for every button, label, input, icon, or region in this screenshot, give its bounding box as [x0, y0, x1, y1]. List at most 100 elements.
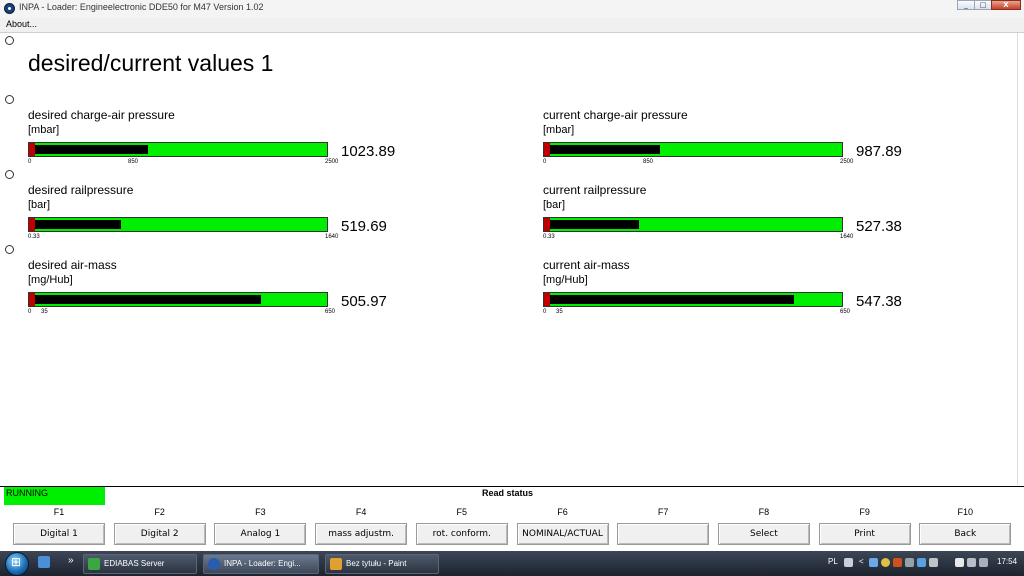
task-label: Bez tytułu - Paint: [346, 559, 407, 568]
gauge-tick-label: 1640: [840, 234, 854, 240]
volume-icon[interactable]: [979, 558, 988, 567]
device-icon[interactable]: [905, 558, 914, 567]
fkey-button-f2[interactable]: Digital 2: [113, 523, 206, 545]
gauge-label: current air-mass: [543, 258, 630, 272]
fkey-label-f9: F9: [859, 507, 870, 517]
task-label: INPA - Loader: Engi...: [224, 559, 301, 568]
gauge-tick-label: 0.33: [543, 234, 555, 240]
fkey-label-f1: F1: [53, 507, 65, 517]
fkey-button-f3[interactable]: Analog 1: [214, 523, 307, 545]
battery-icon[interactable]: [955, 558, 964, 567]
gauge-label: desired charge-air pressure: [28, 108, 175, 122]
gauge-tick-label: 650: [325, 309, 336, 315]
maximize-button[interactable]: □: [974, 0, 992, 10]
gauge-unit: [mbar]: [543, 124, 575, 136]
bmw-logo-icon: [4, 3, 15, 14]
clock[interactable]: 17:54: [997, 557, 1017, 566]
fkey-label-f8: F8: [758, 507, 770, 517]
gauge-bar: [28, 292, 328, 307]
gauge-value: 527.38: [856, 218, 902, 235]
window-title: INPA - Loader: Engineelectronic DDE50 fo…: [19, 2, 264, 12]
taskbar: » EDIABAS Server INPA - Loader: Engi... …: [0, 551, 1024, 576]
paint-icon: [330, 558, 342, 570]
title-bar: INPA - Loader: Engineelectronic DDE50 fo…: [0, 0, 1024, 19]
window-controls: _ □ X: [957, 0, 1021, 11]
status-divider: [0, 486, 1024, 487]
fkey-button-f8[interactable]: Select: [717, 523, 810, 545]
page-title: desired/current values 1: [28, 50, 274, 76]
gauge-unit: [mbar]: [28, 124, 60, 136]
gauge-label: desired air-mass: [28, 258, 117, 272]
gauge-label: current charge-air pressure: [543, 108, 688, 122]
update-icon[interactable]: [881, 558, 890, 567]
gauge-tick-label: 850: [643, 159, 654, 165]
start-button[interactable]: [5, 552, 29, 576]
gauge-bar: [28, 142, 328, 157]
gauge-tick-label: 0: [543, 159, 547, 165]
tray-expand-icon[interactable]: <: [859, 557, 864, 566]
fkey-button-f4[interactable]: mass adjustm.: [315, 523, 408, 545]
fkey-button-f6[interactable]: NOMINAL/ACTUAL: [516, 523, 609, 545]
gauge-fill: [29, 220, 121, 229]
gauge-bar: [28, 217, 328, 232]
gauge-limit-marker: [29, 143, 35, 156]
main-panel: [0, 33, 1018, 485]
gauge-tick-label: 0: [28, 159, 32, 165]
gauge-unit: [mg/Hub]: [28, 274, 73, 286]
task-inpa-loader[interactable]: INPA - Loader: Engi...: [203, 554, 319, 574]
show-desktop-icon[interactable]: [38, 556, 50, 568]
right-edge: [1017, 33, 1024, 485]
gauge-limit-marker: [544, 218, 550, 231]
fkey-label-f5: F5: [456, 507, 468, 517]
fkey-button-f9[interactable]: Print: [818, 523, 911, 545]
security-icon[interactable]: [893, 558, 902, 567]
gauge-value: 987.89: [856, 143, 902, 160]
gauge-unit: [bar]: [543, 199, 566, 211]
gauge-label: current railpressure: [543, 183, 647, 197]
gauge-tick-label: 0: [28, 309, 32, 315]
gauge-tick-label: 850: [128, 159, 139, 165]
network-icon[interactable]: [869, 558, 878, 567]
gauge-fill: [544, 220, 639, 229]
fkey-button-f7[interactable]: [617, 523, 710, 545]
gauge-unit: [bar]: [28, 199, 51, 211]
menu-about[interactable]: About...: [6, 19, 37, 29]
fkey-button-f5[interactable]: rot. conform.: [415, 523, 508, 545]
bluetooth-icon[interactable]: [917, 558, 926, 567]
radio-button-2[interactable]: [5, 95, 14, 104]
gauge-limit-marker: [29, 218, 35, 231]
gauge-bar: [543, 292, 843, 307]
task-paint[interactable]: Bez tytułu - Paint: [325, 554, 439, 574]
running-indicator: RUNNING: [4, 487, 105, 505]
gauge-fill: [29, 295, 261, 304]
gauge-value: 505.97: [341, 293, 387, 310]
gauge-tick-label: 35: [41, 309, 48, 315]
task-ediabas-server[interactable]: EDIABAS Server: [83, 554, 197, 574]
quicklaunch-overflow-icon[interactable]: »: [68, 555, 74, 566]
keyboard-icon[interactable]: [844, 558, 853, 567]
fkey-label-f6: F6: [557, 507, 568, 517]
gauge-limit-marker: [29, 293, 35, 306]
gauge-value: 1023.89: [341, 143, 396, 160]
close-button[interactable]: X: [991, 0, 1021, 10]
gauge-label: desired railpressure: [28, 183, 134, 197]
display-icon[interactable]: [967, 558, 976, 567]
fkey-label-f10: F10: [957, 507, 974, 517]
read-status-label: Read status: [482, 488, 534, 498]
language-indicator[interactable]: PL: [828, 557, 838, 566]
usb-icon[interactable]: [929, 558, 938, 567]
minimize-button[interactable]: _: [957, 0, 975, 10]
radio-button-3[interactable]: [5, 170, 14, 179]
fkey-label-f7: F7: [657, 507, 669, 517]
gauge-bar: [543, 217, 843, 232]
ediabas-icon: [88, 558, 100, 570]
radio-button-1[interactable]: [5, 36, 14, 45]
gauge-tick-label: 0: [543, 309, 547, 315]
fkey-label-f2: F2: [154, 507, 165, 517]
gauge-tick-label: 2500: [840, 159, 854, 165]
radio-button-4[interactable]: [5, 245, 14, 254]
fkey-label-f4: F4: [355, 507, 367, 517]
fkey-button-f10[interactable]: Back: [919, 523, 1012, 545]
gauge-value: 519.69: [341, 218, 387, 235]
fkey-button-f1[interactable]: Digital 1: [13, 523, 105, 545]
